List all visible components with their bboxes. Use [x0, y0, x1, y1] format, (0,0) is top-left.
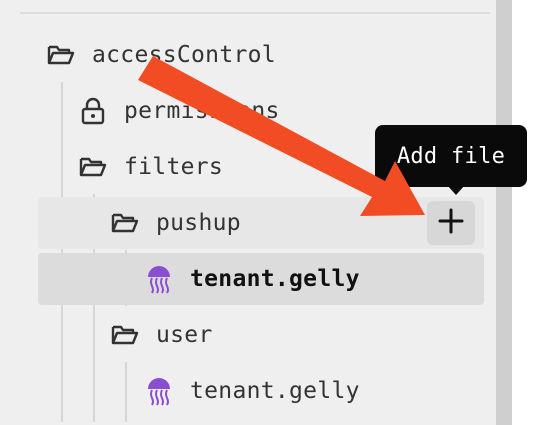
add-file-button[interactable]: [427, 201, 475, 245]
jellyfish-icon: [144, 264, 174, 294]
top-divider: [20, 0, 490, 14]
tree-item-label: filters: [124, 154, 224, 180]
tooltip-tail: [447, 185, 465, 195]
tree-item-tenant-gelly-user[interactable]: tenant.gelly: [144, 365, 486, 417]
folder-open-icon: [110, 208, 140, 238]
tree-item-label: pushup: [156, 210, 241, 236]
add-file-tooltip: Add file: [375, 125, 527, 187]
tree-item-tenant-gelly-pushup[interactable]: tenant.gelly: [38, 253, 484, 305]
tree-item-label: permissions: [124, 98, 280, 124]
scrollbar[interactable]: [496, 0, 512, 425]
tree-item-label: accessControl: [92, 42, 276, 68]
folder-open-icon: [46, 40, 76, 70]
plus-icon: [437, 207, 465, 239]
lock-icon: [78, 96, 108, 126]
tree-item-user[interactable]: user: [110, 309, 486, 361]
tree-guide-line: [125, 362, 127, 422]
tree-item-accesscontrol[interactable]: accessControl: [46, 29, 486, 81]
tree-guide-line: [61, 82, 63, 422]
jellyfish-icon: [144, 376, 174, 406]
tree-item-label: tenant.gelly: [190, 266, 360, 292]
tree-item-label: tenant.gelly: [190, 378, 360, 404]
folder-open-icon: [110, 320, 140, 350]
tree-item-pushup[interactable]: pushup: [38, 197, 484, 249]
tree-item-label: user: [156, 322, 213, 348]
folder-open-icon: [78, 152, 108, 182]
tooltip-text: Add file: [396, 143, 506, 169]
